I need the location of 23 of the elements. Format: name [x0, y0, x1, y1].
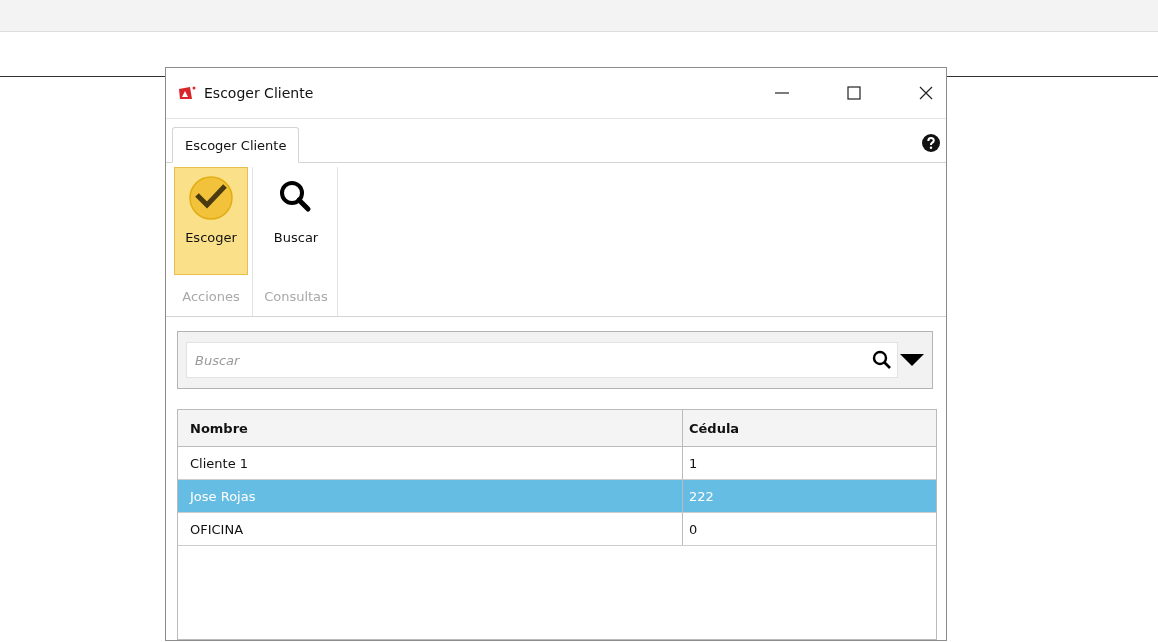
search-icon[interactable] [872, 350, 892, 370]
table-cell: 0 [682, 513, 936, 545]
column-header[interactable]: Nombre [186, 420, 682, 436]
table-cell-text: Jose Rojas [188, 488, 257, 504]
table-cell: 222 [682, 480, 936, 512]
checkmark-icon [189, 176, 233, 220]
close-icon[interactable] [918, 85, 934, 101]
app-icon [178, 86, 196, 100]
window-title: Escoger Cliente [204, 85, 314, 101]
caret-icon[interactable] [900, 353, 924, 367]
search-field[interactable]: Buscar [186, 342, 898, 378]
table-cell-text: Cliente 1 [189, 455, 250, 471]
group-label: Consultas [263, 288, 329, 306]
column-header[interactable]: Cédula [682, 410, 936, 446]
ribbon-button[interactable]: Escoger [174, 167, 248, 275]
ribbon-tab[interactable]: Escoger Cliente [172, 127, 300, 163]
help-icon[interactable] [922, 133, 940, 152]
maximize-icon[interactable] [846, 85, 862, 101]
table-row[interactable]: OFICINA 0 [178, 513, 936, 546]
table-cell: 1 [682, 447, 936, 479]
table-cell-text: OFICINA [189, 521, 245, 537]
ribbon-button[interactable]: Buscar [259, 167, 333, 275]
group-label: Acciones [181, 288, 241, 306]
